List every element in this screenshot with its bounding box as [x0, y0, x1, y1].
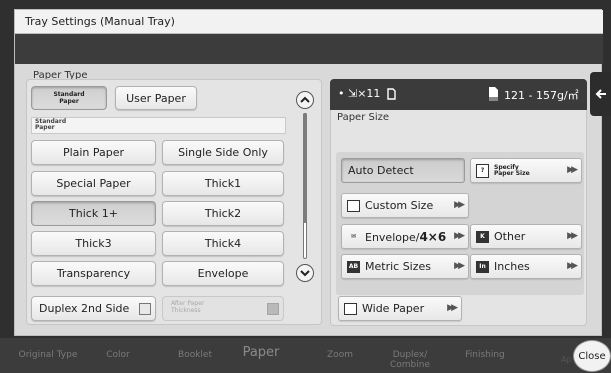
ap-label: Ap	[561, 355, 572, 364]
other-size-label: Other	[494, 230, 526, 243]
auto-detect-label: Auto Detect	[348, 164, 414, 177]
custom-size-label: Custom Size	[365, 199, 434, 212]
thick1-button[interactable]: Thick1	[162, 171, 284, 196]
bg-tab-duplex-combine: Duplex/ Combine	[389, 350, 430, 370]
paper-weight-text: 121 - 157g/㎡	[504, 89, 579, 102]
expand-arrow-icon: ▶▶	[567, 165, 578, 175]
background-function-bar	[0, 338, 611, 373]
envelope-size-label: Envelope/4×6	[365, 230, 446, 244]
expand-arrow-icon: ▶▶	[567, 231, 578, 241]
specify-paper-size-label: Specify Paper Size	[494, 163, 530, 177]
plain-paper-button[interactable]: Plain Paper	[31, 140, 156, 165]
paper-size-label: Paper Size	[337, 112, 390, 123]
tray-info-text: • ⇲×11	[338, 87, 381, 100]
expand-arrow-icon: ▶▶	[454, 231, 465, 241]
chevron-up-icon	[300, 96, 310, 103]
paper-weight-icon	[489, 87, 498, 101]
standard-paper-tab[interactable]: Standard Paper	[31, 86, 107, 110]
bg-tab-color: Color	[106, 350, 130, 360]
expand-arrow-icon: ▶▶	[567, 261, 578, 271]
envelope-size-bold-text: 4×6	[419, 229, 447, 244]
current-paper-type-display: Standard Paper	[31, 117, 286, 134]
specify-paper-size-button[interactable]: ? Specify Paper Size ▶▶	[470, 158, 582, 183]
close-button[interactable]: Close	[573, 340, 611, 372]
metric-sizes-icon: AB	[347, 260, 360, 273]
scroll-up-button[interactable]	[296, 91, 314, 109]
inches-button[interactable]: In Inches ▶▶	[470, 254, 582, 279]
envelope-button[interactable]: Envelope	[162, 261, 284, 286]
wide-paper-icon	[344, 302, 357, 315]
user-paper-tab[interactable]: User Paper	[115, 86, 197, 110]
tray-status-header: • ⇲×11 121 - 157g/㎡	[330, 79, 587, 110]
envelope-icon: ✉	[350, 233, 357, 240]
bg-tab-zoom: Zoom	[327, 350, 353, 360]
inches-label: Inches	[494, 260, 530, 273]
metric-sizes-button[interactable]: AB Metric Sizes ▶▶	[341, 254, 469, 279]
metric-sizes-label: Metric Sizes	[365, 260, 432, 273]
transparency-button[interactable]: Transparency	[31, 261, 156, 286]
other-size-icon: K	[476, 230, 489, 243]
thick2-button[interactable]: Thick2	[162, 201, 284, 226]
custom-size-button[interactable]: Custom Size ▶▶	[341, 193, 469, 218]
single-side-only-button[interactable]: Single Side Only	[162, 140, 284, 165]
envelope-size-text: Envelope/	[365, 230, 420, 244]
bg-tab-finishing: Finishing	[465, 350, 505, 360]
auto-detect-button[interactable]: Auto Detect	[341, 158, 465, 183]
after-paper-thickness-checkbox	[267, 303, 279, 315]
inches-icon: In	[476, 260, 489, 273]
wide-paper-button[interactable]: Wide Paper ▶▶	[338, 296, 462, 321]
custom-size-icon	[347, 199, 360, 212]
scroll-down-button[interactable]	[296, 264, 314, 282]
duplex-2nd-side-checkbox[interactable]	[139, 303, 151, 315]
chevron-down-icon	[300, 270, 310, 277]
screen: Original Type Color Booklet Paper Zoom D…	[0, 0, 611, 373]
duplex-2nd-side-label: Duplex 2nd Side	[39, 302, 130, 315]
thick1-plus-button[interactable]: Thick 1+	[31, 201, 156, 226]
thick3-button[interactable]: Thick3	[31, 231, 156, 256]
expand-arrow-icon: ▶▶	[447, 303, 458, 313]
expand-arrow-icon: ▶▶	[454, 261, 465, 271]
paper-orientation-icon	[387, 88, 396, 100]
other-size-button[interactable]: K Other ▶▶	[470, 224, 582, 249]
dialog-header-band	[15, 34, 603, 64]
scrollbar-thumb[interactable]	[303, 113, 307, 223]
envelope-size-button[interactable]: ✉ Envelope/4×6 ▶▶	[341, 224, 469, 249]
bg-tab-booklet: Booklet	[178, 350, 212, 360]
dialog-title: Tray Settings (Manual Tray)	[15, 10, 603, 34]
thick4-button[interactable]: Thick4	[162, 231, 284, 256]
back-arrow-icon	[595, 89, 606, 99]
wide-paper-label: Wide Paper	[362, 302, 425, 315]
back-tab[interactable]	[590, 72, 611, 116]
after-paper-thickness-button: After Paper Thickness	[162, 296, 284, 321]
duplex-2nd-side-button[interactable]: Duplex 2nd Side	[31, 296, 156, 321]
bg-tab-paper: Paper	[242, 345, 280, 360]
special-paper-button[interactable]: Special Paper	[31, 171, 156, 196]
specify-size-icon: ?	[476, 163, 489, 178]
bg-tab-original-type: Original Type	[18, 350, 78, 360]
expand-arrow-icon: ▶▶	[454, 200, 465, 210]
